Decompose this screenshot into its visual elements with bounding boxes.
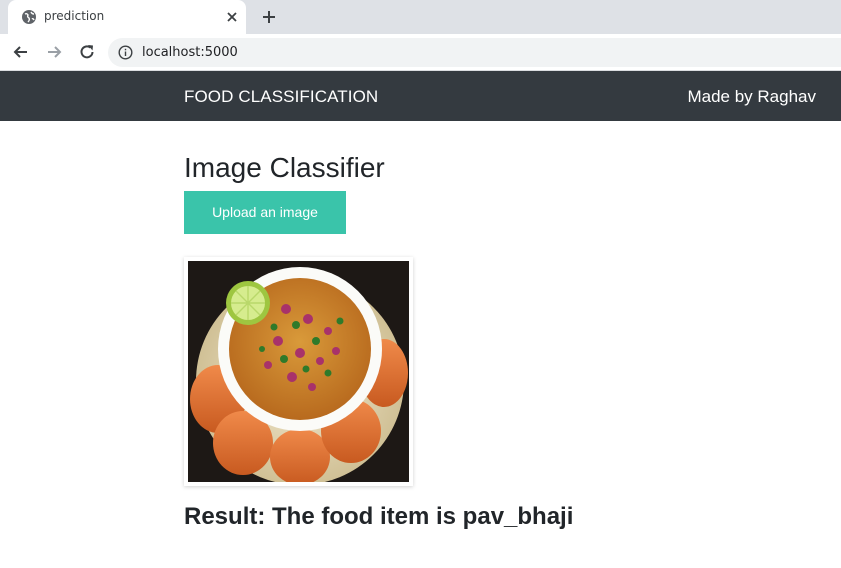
forward-arrow-icon[interactable]: [44, 42, 64, 62]
food-photo: [188, 261, 409, 482]
image-preview: [184, 257, 413, 486]
reload-icon[interactable]: [77, 42, 97, 62]
back-arrow-icon[interactable]: [11, 42, 31, 62]
tab-title: prediction: [44, 9, 105, 23]
address-bar[interactable]: localhost:5000: [108, 38, 841, 67]
globe-icon: [22, 10, 36, 24]
plus-icon[interactable]: [260, 8, 278, 26]
upload-image-button[interactable]: Upload an image: [184, 191, 346, 234]
navbar-brand[interactable]: FOOD CLASSIFICATION: [184, 87, 378, 107]
info-icon[interactable]: [118, 45, 133, 60]
url-text: localhost:5000: [142, 45, 238, 60]
browser-tab[interactable]: prediction: [8, 0, 246, 34]
result-text: Result: The food item is pav_bhaji: [184, 503, 574, 530]
browser-toolbar: localhost:5000: [0, 34, 841, 71]
browser-tab-strip: prediction: [0, 0, 841, 34]
page-title: Image Classifier: [184, 152, 385, 183]
close-icon[interactable]: [224, 9, 240, 25]
navbar-author: Made by Raghav: [687, 87, 816, 106]
app-navbar: FOOD CLASSIFICATION Made by Raghav: [0, 71, 841, 121]
